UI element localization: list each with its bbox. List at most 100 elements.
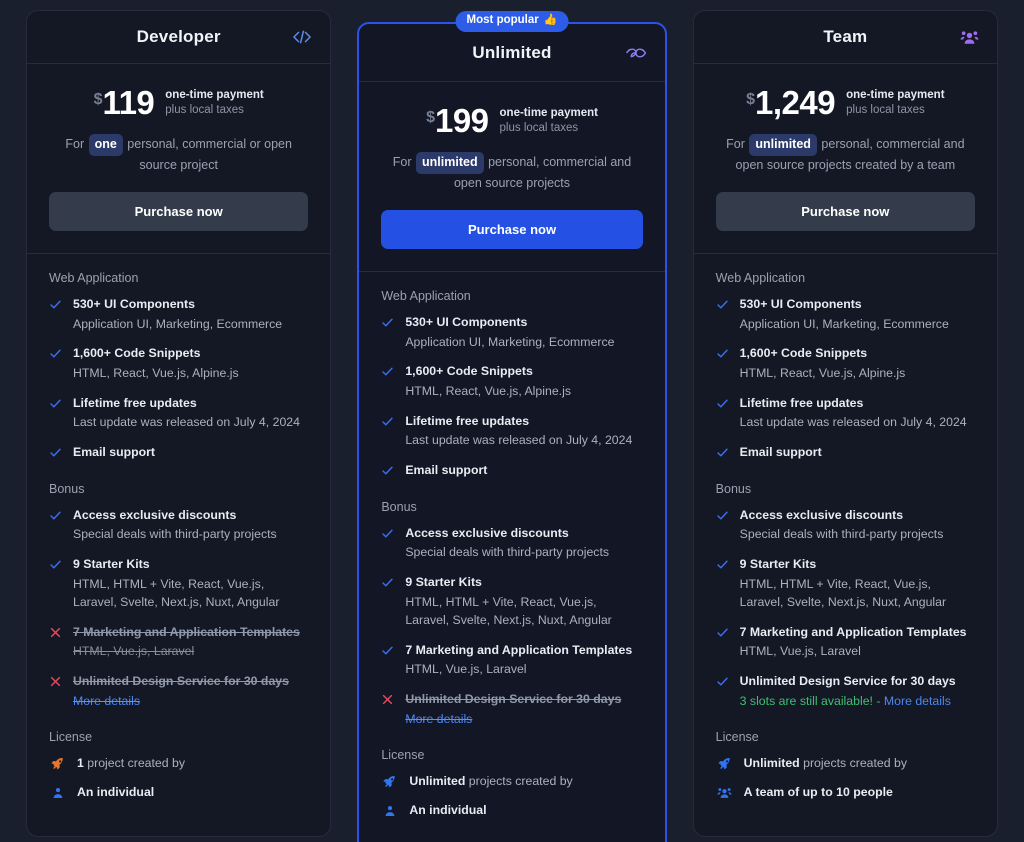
feature-subtitle: HTML, HTML + Vite, React, Vue.js, Larave…: [739, 576, 947, 610]
check-icon: [381, 576, 394, 589]
tax-note: plus local taxes: [499, 121, 579, 134]
pricing-card-unlimited: Most popular 👍 Unlimited $199 one-time payme…: [357, 11, 667, 842]
feature-title: 530+ UI Components: [739, 297, 862, 311]
section-label-license: License: [381, 748, 425, 763]
more-details-link[interactable]: More details: [405, 712, 472, 726]
feature-item: 7 Marketing and Application Templates HTM…: [381, 642, 642, 679]
feature-title: 530+ UI Components: [73, 297, 195, 311]
feature-title: Unlimited Design Service for 30 days: [405, 691, 622, 706]
section-label-license: License: [715, 730, 759, 745]
license-text: Unlimited projects created by: [409, 773, 572, 790]
plan-description: For unlimited personal, commercial and o…: [716, 134, 975, 175]
feature-item: 7 Marketing and Application Templates HTM…: [49, 624, 308, 661]
more-details-link[interactable]: More details: [884, 694, 951, 708]
check-icon: [49, 509, 62, 522]
feature-text: Email support: [740, 444, 975, 462]
feature-title: 9 Starter Kits: [739, 556, 817, 571]
feature-item: Lifetime free updates Last update was rel…: [716, 395, 975, 432]
section-label-web-application: Web Application: [49, 271, 139, 285]
feature-title: Lifetime free updates: [405, 413, 530, 428]
feature-title: 7 Marketing and Application Templates: [73, 624, 300, 639]
check-icon: [381, 644, 394, 657]
plan-name: Unlimited: [472, 42, 552, 62]
card-header: Developer: [27, 11, 331, 64]
feature-text: Access exclusive discounts Special deals …: [740, 507, 975, 544]
license-block: License 1 project created by An individual: [49, 730, 308, 801]
feature-item: Access exclusive discounts Special deals …: [381, 525, 642, 562]
cross-icon: [49, 626, 62, 639]
license-row: 1 project created by: [49, 755, 308, 772]
feature-item: 1,600+ Code Snippets HTML, React, Vue.js,…: [716, 345, 975, 382]
pricing-card-team: Team $1,249 one-time payment plus local tax…: [692, 10, 999, 837]
check-icon: [381, 316, 394, 329]
section-label-license: License: [49, 730, 93, 745]
rocket-icon: [716, 756, 733, 771]
license-text: An individual: [409, 802, 486, 819]
feature-text: 9 Starter Kits HTML, HTML + Vite, React, …: [740, 556, 975, 612]
feature-subtitle: Last update was released on July 4, 2024: [405, 433, 633, 448]
purchase-now-button[interactable]: Purchase now: [715, 192, 976, 231]
feature-subtitle: HTML, React, Vue.js, Alpine.js: [739, 366, 906, 381]
scope-pill: unlimited: [749, 134, 817, 156]
plan-name: Team: [823, 27, 868, 46]
feature-item: 530+ UI Components Application UI, Market…: [49, 296, 308, 333]
feature-title: 9 Starter Kits: [73, 556, 150, 571]
feature-text: 7 Marketing and Application Templates HTM…: [740, 624, 975, 661]
check-icon: [49, 446, 62, 459]
feature-subtitle: HTML, Vue.js, Laravel: [405, 662, 527, 677]
person-icon: [381, 804, 398, 818]
purchase-now-button[interactable]: Purchase now: [381, 210, 643, 249]
price-amount: $199: [426, 104, 489, 137]
card-pricing-section: $199 one-time payment plus local taxes For …: [359, 82, 665, 272]
feature-subtitle: Application UI, Marketing, Ecommerce: [73, 316, 283, 331]
feature-subtitle: Special deals with third-party projects: [73, 527, 277, 542]
price-amount: $1,249: [746, 86, 836, 119]
license-rest: project created by: [83, 756, 186, 771]
check-icon: [381, 527, 394, 540]
currency-symbol: $: [746, 91, 756, 108]
price-meta: one-time payment plus local taxes: [846, 88, 944, 117]
feature-text: Access exclusive discounts Special deals …: [405, 525, 642, 562]
section-label-bonus: Bonus: [49, 481, 85, 496]
check-icon: [716, 446, 729, 459]
tax-note: plus local taxes: [165, 103, 244, 116]
more-details-link[interactable]: More details: [73, 694, 140, 708]
price-amount: $119: [94, 86, 155, 119]
plan-description: For unlimited personal, commercial and o…: [381, 152, 642, 193]
person-icon: [49, 786, 66, 800]
card-pricing-section: $119 one-time payment plus local taxes For …: [27, 64, 331, 254]
feature-item: 9 Starter Kits HTML, HTML + Vite, React, …: [381, 574, 642, 630]
card-features-section: Web Application 530+ UI Components Applica…: [694, 254, 997, 836]
availability-text: 3 slots are still available!: [739, 693, 873, 708]
feature-text: Lifetime free updates Last update was rel…: [405, 413, 642, 450]
feature-text: Lifetime free updates Last update was rel…: [740, 395, 975, 432]
card-pricing-section: $1,249 one-time payment plus local taxes Fo…: [693, 64, 998, 254]
card-features-section: Web Application 530+ UI Components Applica…: [359, 272, 664, 842]
scope-pill: unlimited: [416, 152, 484, 174]
price-meta: one-time payment plus local taxes: [165, 88, 263, 117]
card-features-section: Web Application 530+ UI Components Applica…: [27, 254, 330, 836]
check-icon: [49, 347, 62, 360]
feature-availability-line: 3 slots are still available! - More deta…: [740, 692, 975, 710]
feature-subtitle: HTML, Vue.js, Laravel: [739, 644, 861, 659]
feature-item: Email support: [716, 444, 975, 462]
feature-subtitle: Application UI, Marketing, Ecommerce: [739, 316, 949, 331]
feature-text: Email support: [73, 444, 308, 462]
feature-subtitle: Application UI, Marketing, Ecommerce: [405, 334, 615, 349]
check-icon: [381, 365, 394, 378]
feature-subtitle: Last update was released on July 4, 2024: [73, 415, 300, 430]
purchase-now-button[interactable]: Purchase now: [49, 192, 309, 231]
feature-item: 530+ UI Components Application UI, Market…: [381, 314, 642, 351]
feature-title: Lifetime free updates: [739, 395, 864, 410]
card-header: Unlimited: [359, 24, 665, 82]
feature-text: Unlimited Design Service for 30 days More…: [405, 691, 642, 728]
cross-icon: [381, 693, 394, 706]
feature-text: 530+ UI Components Application UI, Market…: [73, 296, 308, 333]
license-strong: An individual: [77, 785, 155, 800]
feature-text: Lifetime free updates Last update was rel…: [73, 395, 308, 432]
feature-item: Access exclusive discounts Special deals …: [49, 507, 308, 544]
feature-title: 1,600+ Code Snippets: [405, 364, 533, 379]
license-row: Unlimited projects created by: [381, 773, 642, 790]
availability-separator: -: [872, 693, 884, 708]
feature-item: Email support: [381, 462, 642, 480]
